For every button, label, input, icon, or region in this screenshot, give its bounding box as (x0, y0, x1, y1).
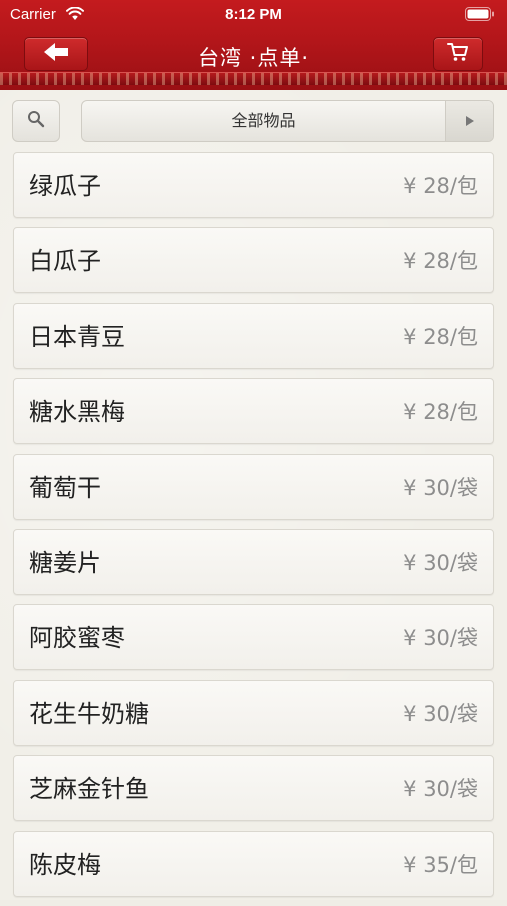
product-row[interactable]: 日本青豆 ¥ 28/包 (13, 302, 494, 369)
product-name: 糖姜片 (29, 548, 101, 577)
status-time: 8:12 PM (225, 6, 282, 23)
product-price: ¥ 28/包 (403, 324, 478, 349)
cart-button[interactable] (433, 37, 483, 71)
product-price: ¥ 30/袋 (403, 777, 478, 802)
product-name: 陈皮梅 (29, 850, 101, 879)
product-list: 绿瓜子 ¥ 28/包 白瓜子 ¥ 28/包 日本青豆 ¥ 28/包 糖水黑梅 ¥ 28/包 葡萄… (13, 152, 494, 906)
category-label: 全部物品 (231, 111, 296, 130)
category-next-button[interactable] (445, 101, 493, 141)
product-row[interactable]: 糖姜片 ¥ 30/袋 (13, 528, 494, 595)
battery-icon (465, 7, 495, 25)
product-name: 日本青豆 (29, 322, 125, 351)
product-row[interactable]: 芝麻金针鱼 ¥ 30/袋 (13, 755, 494, 822)
product-price: ¥ 28/包 (403, 174, 478, 198)
product-price: ¥ 35/包 (403, 852, 478, 877)
product-price: ¥ 28/包 (403, 400, 478, 425)
product-price: ¥ 30/袋 (403, 626, 478, 651)
product-name: 糖水黑梅 (29, 398, 125, 427)
product-price: ¥ 30/袋 (403, 701, 478, 726)
product-name: 花生牛奶糖 (29, 699, 149, 728)
page-title: 台湾 ·点单· (197, 46, 310, 70)
product-name: 白瓜子 (29, 247, 101, 276)
product-price: ¥ 28/包 (403, 249, 478, 274)
product-row[interactable]: 花生牛奶糖 ¥ 30/袋 (13, 679, 494, 746)
product-row[interactable]: 阿胶蜜枣 ¥ 30/袋 (13, 604, 494, 671)
product-price: ¥ 30/袋 (403, 475, 478, 500)
product-row[interactable]: 葡萄干 ¥ 30/袋 (13, 453, 494, 520)
product-name: 葡萄干 (29, 473, 101, 502)
status-bar: Carrier 8:12 PM (0, 0, 507, 30)
search-icon (27, 110, 45, 132)
product-row[interactable]: 白瓜子 ¥ 28/包 (13, 227, 494, 294)
category-selector[interactable]: 全部物品 (81, 100, 494, 142)
product-row[interactable]: 陈皮梅 ¥ 35/包 (13, 830, 494, 897)
product-row[interactable]: 糖水黑梅 ¥ 28/包 (13, 378, 494, 445)
product-price: ¥ 30/袋 (403, 550, 478, 575)
cart-icon (447, 42, 469, 66)
navigation-header: Carrier 8:12 PM 台湾 ·点单· (0, 0, 507, 90)
search-button[interactable] (12, 100, 60, 142)
product-name: 芝麻金针鱼 (29, 775, 149, 804)
product-row[interactable]: 绿瓜子 ¥ 28/包 (13, 152, 494, 218)
main-content: 全部物品 绿瓜子 ¥ 28/包 白瓜子 ¥ 28/包 日本青豆 ¥ 28/包 糖水黑梅 ¥ 2… (0, 90, 507, 900)
product-name: 绿瓜子 (29, 172, 101, 200)
back-arrow-icon (43, 42, 69, 66)
product-name: 阿胶蜜枣 (29, 624, 125, 653)
back-button[interactable] (24, 37, 88, 71)
play-arrow-icon (465, 112, 475, 131)
